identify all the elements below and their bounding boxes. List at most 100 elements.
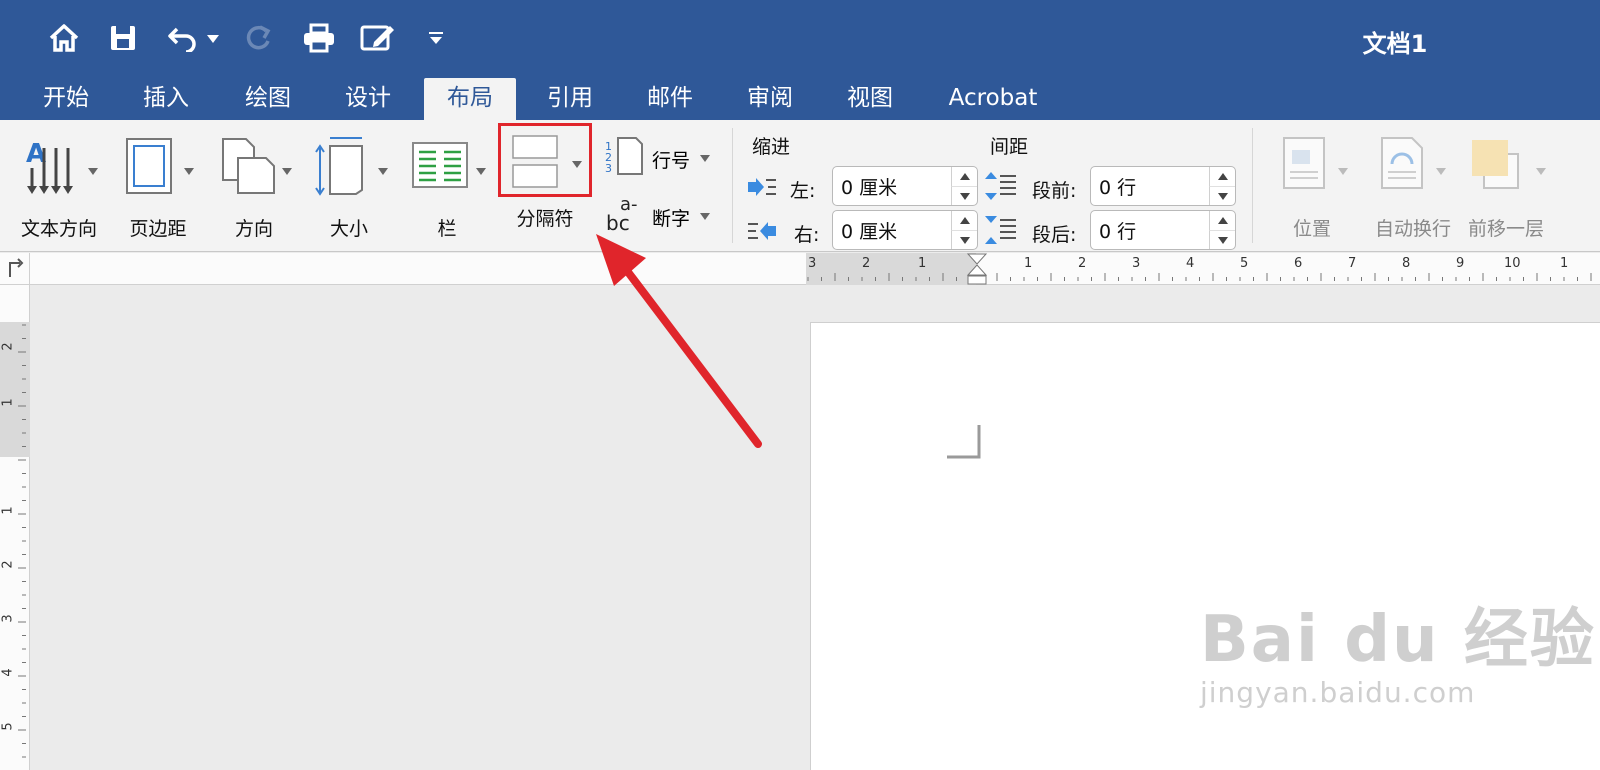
tab-insert[interactable]: 插入: [126, 78, 206, 120]
breaks-caret: [572, 161, 582, 168]
ruler-num-3: 3: [1132, 256, 1141, 271]
text-direction-label: 文本方向: [20, 218, 97, 240]
indent-left-down-button[interactable]: [951, 186, 977, 205]
ribbon-separator-2: [1252, 128, 1253, 243]
indent-left-spinner: [832, 166, 978, 206]
indent-marker-icon[interactable]: [966, 253, 988, 289]
ribbon-separator-1: [732, 128, 733, 243]
tab-view[interactable]: 视图: [830, 78, 910, 120]
breaks-icon: [512, 135, 558, 193]
orientation-caret: [282, 168, 292, 175]
ruler-num-2: 2: [1078, 256, 1087, 271]
tab-home[interactable]: 开始: [26, 78, 106, 120]
indent-right-label: 右:: [794, 224, 820, 246]
indent-right-down-button[interactable]: [951, 230, 977, 249]
orientation-icon: [220, 136, 276, 200]
horizontal-ruler[interactable]: 3 2 1 1 2 3 4 5 6 7 8 9 10 1: [0, 253, 1600, 285]
save-icon[interactable]: [106, 20, 140, 56]
text-direction-icon: A: [24, 138, 80, 200]
vertical-ruler[interactable]: 2 1 1 2 3 4 5: [0, 285, 30, 770]
indent-right-input[interactable]: [841, 217, 941, 243]
tab-mailings[interactable]: 邮件: [630, 78, 710, 120]
word-window: 文档1 开始 插入 绘图 设计 布局 引用 邮件 审阅 视图 Acrobat A: [0, 0, 1600, 770]
indent-left-label: 左:: [790, 180, 816, 202]
edit-icon[interactable]: [358, 20, 398, 56]
indent-left-up-button[interactable]: [951, 167, 977, 186]
spacing-before-spinner: [1090, 166, 1236, 206]
spacing-before-icon: [984, 170, 1018, 206]
spacing-after-up-button[interactable]: [1209, 211, 1235, 230]
size-icon: [314, 134, 366, 200]
orientation-button[interactable]: 方向: [212, 132, 296, 242]
customize-icon[interactable]: [428, 30, 444, 46]
hyphenation-icon: a-bc: [606, 192, 646, 240]
position-label: 位置: [1292, 218, 1331, 240]
redo-icon: [242, 20, 276, 56]
spacing-after-input[interactable]: [1099, 217, 1199, 243]
breaks-button[interactable]: 分隔符: [498, 123, 592, 243]
hyphenation-label: 断字: [652, 208, 691, 230]
undo-icon[interactable]: [164, 20, 200, 56]
spacing-before-up-button[interactable]: [1209, 167, 1235, 186]
watermark-sub-text: jingyan.baidu.com: [1200, 676, 1476, 709]
hyphenation-button[interactable]: a-bc 断字: [604, 192, 714, 236]
wrap-text-caret: [1436, 168, 1446, 175]
title-bar: 文档1: [0, 0, 1600, 78]
bring-forward-label: 前移一层: [1467, 218, 1544, 240]
ruler-num-7: 7: [1348, 256, 1357, 271]
undo-dropdown-icon[interactable]: [206, 34, 220, 44]
home-icon[interactable]: [46, 20, 82, 56]
ruler-num-9: 9: [1456, 256, 1465, 271]
position-icon: [1282, 136, 1326, 194]
ruler-num-6: 6: [1294, 256, 1303, 271]
breaks-label: 分隔符: [516, 208, 574, 230]
ruler-num-1: 1: [1024, 256, 1033, 271]
ruler-num-l3: 3: [808, 256, 817, 271]
ruler-num-l2: 2: [862, 256, 871, 271]
spacing-before-input[interactable]: [1099, 173, 1199, 199]
vruler-num-1a: 1: [0, 398, 16, 407]
orientation-label: 方向: [234, 218, 273, 240]
position-caret: [1338, 168, 1348, 175]
text-margin-corner-mark: [945, 423, 981, 463]
tab-acrobat[interactable]: Acrobat: [938, 78, 1048, 120]
size-button[interactable]: 大小: [306, 132, 392, 242]
margins-icon: [124, 136, 174, 200]
svg-text:bc: bc: [606, 211, 630, 235]
ruler-num-l1: 1: [918, 256, 927, 271]
bring-forward-button[interactable]: 前移一层: [1462, 132, 1550, 242]
svg-text:3: 3: [605, 162, 612, 175]
wrap-text-button[interactable]: 自动换行: [1364, 132, 1462, 242]
vruler-num-2a: 2: [0, 342, 16, 351]
indent-group-title: 缩进: [752, 136, 791, 158]
spacing-before-down-button[interactable]: [1209, 186, 1235, 205]
tab-layout[interactable]: 布局: [424, 78, 516, 120]
ribbon-tabs: 开始 插入 绘图 设计 布局 引用 邮件 审阅 视图 Acrobat: [0, 78, 1600, 120]
indent-right-up-button[interactable]: [951, 211, 977, 230]
spacing-after-down-button[interactable]: [1209, 230, 1235, 249]
indent-left-input[interactable]: [841, 173, 941, 199]
vruler-num-4: 4: [0, 668, 16, 677]
baidu-watermark: Bai du 经验 jingyan.baidu.com: [1200, 588, 1596, 709]
text-direction-caret: [88, 168, 98, 175]
tab-design[interactable]: 设计: [328, 78, 408, 120]
tab-review[interactable]: 审阅: [730, 78, 810, 120]
ruler-ticks: [807, 273, 1592, 281]
indent-left-icon: [746, 176, 778, 202]
line-numbers-button[interactable]: 123 行号: [604, 136, 714, 180]
spacing-before-label: 段前:: [1032, 180, 1077, 202]
ruler-num-4: 4: [1186, 256, 1195, 271]
tab-draw[interactable]: 绘图: [228, 78, 308, 120]
margins-button[interactable]: 页边距: [118, 132, 198, 242]
vruler-num-1b: 1: [0, 506, 16, 515]
vruler-num-5: 5: [0, 722, 16, 731]
columns-button[interactable]: 栏: [404, 132, 490, 242]
print-icon[interactable]: [300, 20, 338, 56]
tab-references[interactable]: 引用: [530, 78, 610, 120]
columns-caret: [476, 168, 486, 175]
position-button[interactable]: 位置: [1272, 132, 1352, 242]
indent-right-icon: [746, 220, 778, 246]
bring-forward-icon: [1470, 136, 1520, 194]
spacing-after-spinner: [1090, 210, 1236, 250]
text-direction-button[interactable]: A 文本方向: [14, 132, 104, 242]
